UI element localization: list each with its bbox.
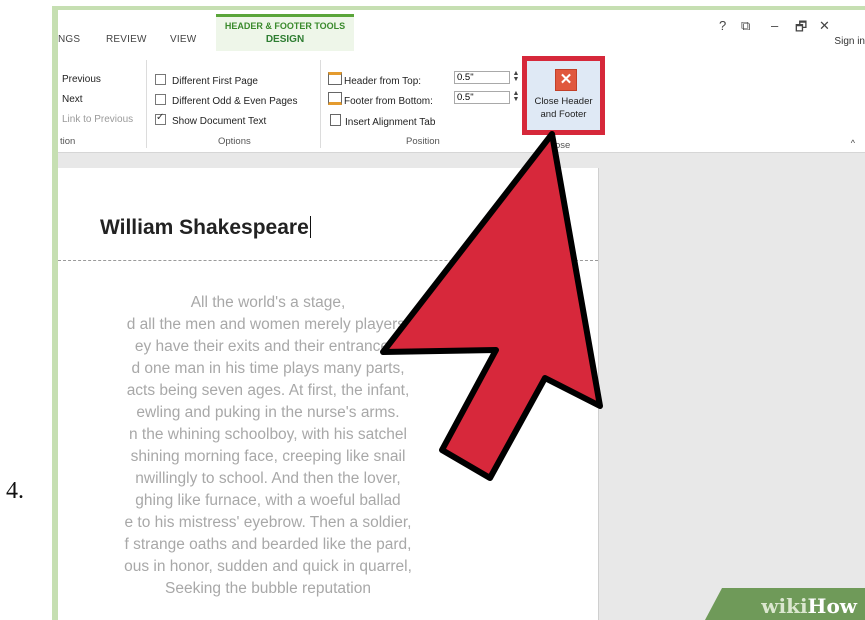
show-document-text-label: Show Document Text [172,116,267,127]
collapse-ribbon-icon[interactable]: ^ [851,138,855,148]
header-from-top-input[interactable]: 0.5" [454,71,510,84]
header-spinner-icon[interactable]: ▲ ▼ [512,70,520,84]
tab-view[interactable]: VIEW [170,34,196,45]
body-line: All the world's a stage, [190,294,346,311]
footer-position-icon [328,92,342,105]
ribbon-display-icon[interactable]: ⧉ [741,18,750,34]
body-line: d all the men and women merely players; [126,316,410,333]
footer-spinner-icon[interactable]: ▲ ▼ [512,90,520,104]
minimize-icon[interactable]: – [771,18,778,33]
different-odd-even-checkbox[interactable]: Different Odd & Even Pages [155,94,297,107]
checkbox-checked-icon [155,112,166,125]
checkbox-icon [155,94,166,105]
next-button[interactable]: Next [62,94,83,105]
word-window: NGS REVIEW VIEW HEADER & FOOTER TOOLS DE… [58,10,865,620]
restore-icon[interactable]: 🗗 [795,18,807,40]
tab-design[interactable]: DESIGN [223,34,347,45]
header-position-icon [328,72,342,85]
close-header-footer-button[interactable]: ✕ Close Header and Footer [522,56,605,135]
different-first-page-label: Different First Page [172,76,258,87]
step-number: 4. [6,478,24,504]
body-line: e to his mistress' eyebrow. Then a soldi… [124,514,412,531]
sign-in-link[interactable]: Sign in [834,36,865,47]
insert-alignment-tab-button[interactable]: Insert Alignment Tab [330,114,435,128]
show-document-text-checkbox[interactable]: Show Document Text [155,112,267,127]
text-cursor [309,216,311,238]
body-line: n the whining schoolboy, with his satche… [128,426,407,443]
ribbon: NGS REVIEW VIEW HEADER & FOOTER TOOLS DE… [58,10,865,153]
tab-mailings[interactable]: NGS [58,34,80,45]
alignment-tab-icon [330,114,341,126]
context-group-label: HEADER & FOOTER TOOLS [224,21,346,31]
close-header-footer-label: Close Header and Footer [534,96,593,120]
document-area: William Shakespeare All the world's a st… [58,153,865,620]
different-first-page-checkbox[interactable]: Different First Page [155,74,258,87]
tab-review[interactable]: REVIEW [106,34,147,45]
navigation-group-label: tion [60,136,76,147]
body-line: Seeking the bubble reputation [165,580,371,597]
body-line: shining morning face, creeping like snai… [130,448,406,465]
close-icon: ✕ [555,69,577,91]
body-line: f strange oaths and bearded like the par… [124,536,412,553]
footer-from-bottom-input[interactable]: 0.5" [454,91,510,104]
different-odd-even-label: Different Odd & Even Pages [172,96,298,107]
previous-button[interactable]: Previous [62,74,101,85]
header-text[interactable]: William Shakespeare [100,216,311,240]
body-line: ous in honor, sudden and quick in quarre… [124,558,412,575]
divider [320,60,321,148]
footer-from-bottom-label: Footer from Bottom: [328,92,433,107]
help-icon[interactable]: ? [719,18,726,33]
body-line: acts being seven ages. At first, the inf… [126,382,410,399]
body-line: ghing like furnace, with a woeful ballad [135,492,401,509]
checkbox-icon [155,74,166,85]
body-line: ewling and puking in the nurse's arms. [136,404,400,421]
screenshot-frame: NGS REVIEW VIEW HEADER & FOOTER TOOLS DE… [52,6,865,620]
header-from-top-label: Header from Top: [328,72,421,87]
close-window-icon[interactable]: ✕ [819,18,830,34]
divider [146,60,147,148]
body-line: nwillingly to school. And then the lover… [135,470,401,487]
close-group-label: ose [555,140,571,151]
window-controls: ? ⧉ – 🗗 ✕ [715,18,865,34]
position-group-label: Position [406,136,440,147]
document-page[interactable]: William Shakespeare All the world's a st… [58,168,599,620]
body-line: ey have their exits and their entrances, [134,338,402,355]
link-to-previous-button[interactable]: Link to Previous [62,114,133,125]
header-footer-tools-group: HEADER & FOOTER TOOLS [216,14,354,51]
options-group-label: Options [218,136,251,147]
header-boundary [58,260,598,261]
body-line: d one man in his time plays many parts, [131,360,405,377]
wikihow-logo: wikiHow [761,594,857,618]
